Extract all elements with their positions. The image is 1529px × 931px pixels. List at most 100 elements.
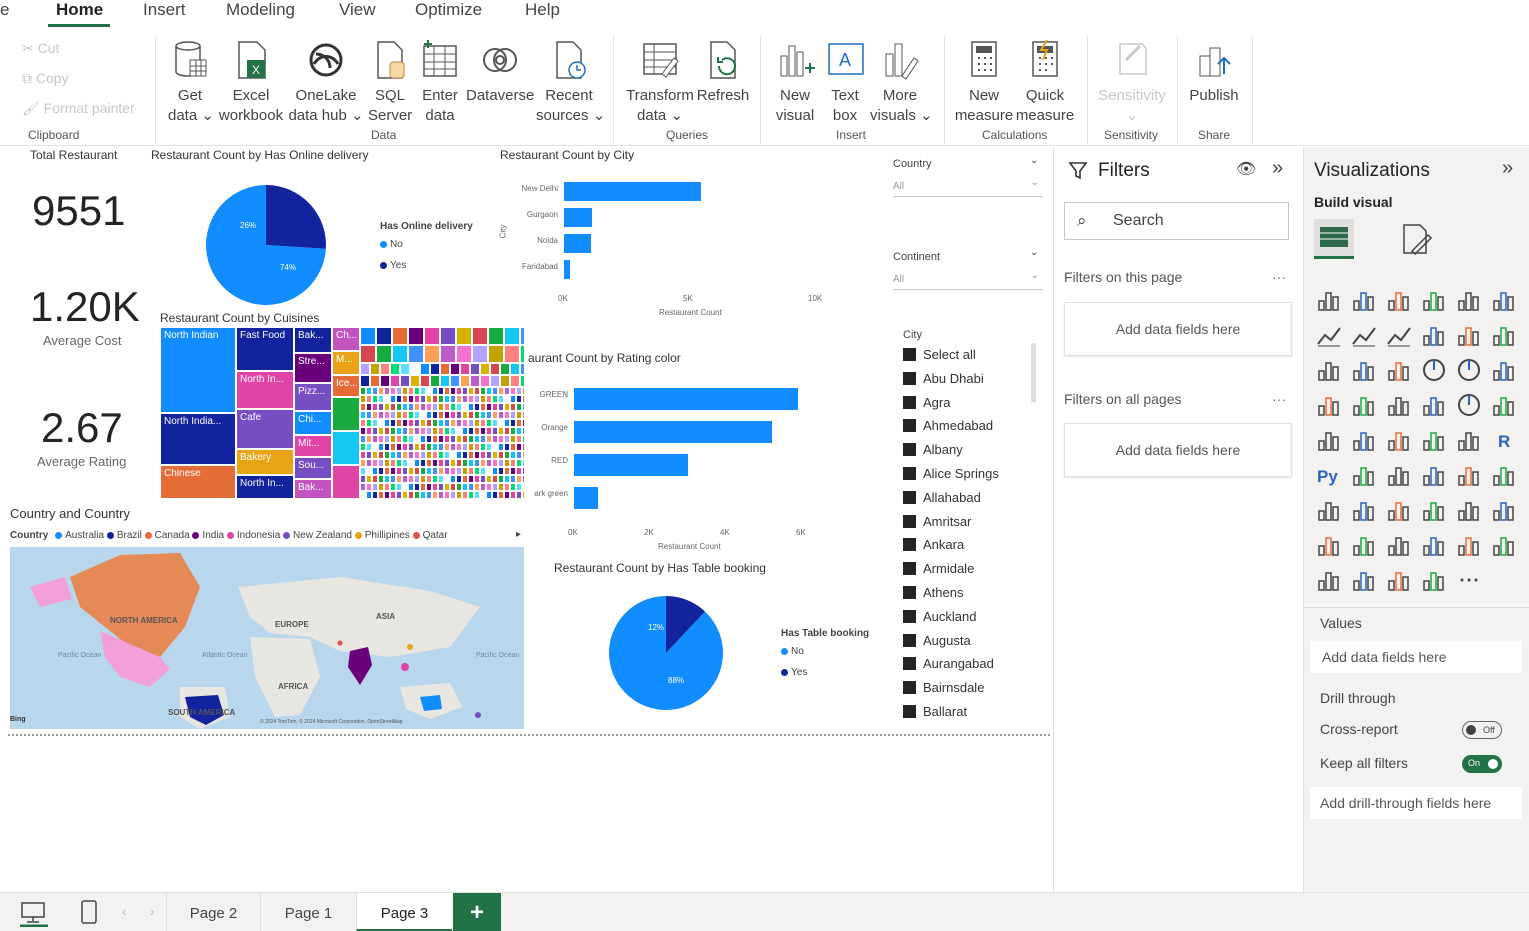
org-icon[interactable]: [1421, 532, 1447, 558]
sunburst-icon[interactable]: [1421, 567, 1447, 593]
bar-orange[interactable]: [574, 421, 772, 443]
treemap-tile[interactable]: North Indian: [160, 327, 236, 413]
treemap-tile[interactable]: [440, 345, 456, 363]
city-slicer-scrollbar[interactable]: [1031, 343, 1036, 403]
more-visuals-button[interactable]: More visuals ⌄: [870, 40, 933, 126]
chiclet-icon[interactable]: [1316, 532, 1342, 558]
treemap-tile[interactable]: [392, 327, 408, 345]
100-bar-icon[interactable]: [1456, 287, 1482, 313]
treemap-tile[interactable]: Chi...: [294, 411, 332, 435]
menu-modeling[interactable]: Modeling: [226, 0, 295, 20]
treemap-tile[interactable]: [360, 363, 370, 375]
menu-file-partial[interactable]: e: [0, 0, 9, 20]
treemap-tile[interactable]: [370, 363, 380, 375]
treemap-tile[interactable]: Mit...: [294, 435, 332, 457]
treemap-tile[interactable]: North In...: [236, 371, 294, 409]
city-slicer-item[interactable]: Aurangabad: [903, 656, 994, 671]
city-slicer-item[interactable]: Ahmedabad: [903, 418, 993, 433]
treemap-tile[interactable]: [408, 345, 424, 363]
treemap-tile[interactable]: [504, 345, 520, 363]
treemap-tile[interactable]: [380, 375, 390, 387]
keep-all-filters-toggle[interactable]: On: [1462, 755, 1502, 773]
waterfall-icon[interactable]: [1316, 357, 1342, 383]
average-rating-value[interactable]: 2.67: [41, 404, 123, 452]
treemap-tile[interactable]: [456, 327, 472, 345]
scatter-icon[interactable]: [1386, 357, 1412, 383]
bubble-icon[interactable]: [1491, 497, 1517, 523]
treemap-tile[interactable]: [332, 465, 360, 499]
treemap-tile[interactable]: Stre...: [294, 353, 332, 383]
treemap-tile[interactable]: [450, 363, 460, 375]
stacked-column-icon[interactable]: [1351, 287, 1377, 313]
filters-all-pages-dropzone[interactable]: Add data fields here: [1064, 423, 1292, 477]
100-column-icon[interactable]: [1491, 287, 1517, 313]
continent-slicer-dropdown[interactable]: All ⌄: [893, 270, 1043, 290]
treemap-icon[interactable]: [1491, 357, 1517, 383]
map-philippines[interactable]: [407, 644, 413, 650]
format-painter-button[interactable]: 🖌 Format painter: [22, 100, 135, 117]
country-map[interactable]: NORTH AMERICA EUROPE ASIA AFRICA SOUTH A…: [10, 547, 524, 729]
online-pie-chart[interactable]: 26% 74%: [200, 183, 332, 309]
transform-data-button[interactable]: Transform data ⌄: [626, 40, 694, 126]
map-indonesia[interactable]: [401, 663, 409, 671]
online-legend-no[interactable]: No: [380, 239, 403, 250]
values-dropzone[interactable]: Add data fields here: [1310, 641, 1522, 673]
table-legend-yes[interactable]: Yes: [781, 667, 807, 678]
globe-icon[interactable]: [1316, 567, 1342, 593]
funnel-icon[interactable]: [1351, 357, 1377, 383]
pie-icon[interactable]: [1421, 357, 1447, 383]
treemap-tile[interactable]: [500, 375, 510, 387]
quick-measure-button[interactable]: Quick measure: [1014, 40, 1076, 126]
treemap-tile[interactable]: [456, 345, 472, 363]
map-legend-item[interactable]: Qatar: [412, 530, 448, 541]
line-clustered-icon[interactable]: [1456, 322, 1482, 348]
recent-sources-button[interactable]: Recent sources ⌄: [536, 40, 605, 126]
treemap-tile[interactable]: [472, 345, 488, 363]
treemap-tile[interactable]: [440, 363, 450, 375]
city-slicer-item[interactable]: Auckland: [903, 609, 976, 624]
bar-ark-green[interactable]: [574, 487, 598, 509]
city-slicer-item[interactable]: Select all: [903, 347, 976, 362]
slicer-icon[interactable]: [1386, 427, 1412, 453]
treemap-tile[interactable]: M...: [332, 351, 360, 375]
treemap-tile[interactable]: [460, 363, 470, 375]
shape-map-icon[interactable]: [1386, 392, 1412, 418]
radar-icon[interactable]: [1491, 532, 1517, 558]
gantt-icon[interactable]: [1351, 567, 1377, 593]
add-page-button[interactable]: +: [453, 893, 501, 931]
treemap-tile[interactable]: [408, 327, 424, 345]
treemap-tile[interactable]: [392, 345, 408, 363]
map-new-zealand[interactable]: [475, 712, 481, 718]
sensitivity-button[interactable]: Sensitivity ⌄: [1096, 40, 1168, 126]
build-visual-tab[interactable]: [1314, 219, 1354, 259]
clustered-bar-icon[interactable]: [1386, 287, 1412, 313]
treemap-tile[interactable]: Pizz...: [294, 383, 332, 411]
bar-faridabad[interactable]: [564, 260, 571, 279]
arcgis-icon[interactable]: [1421, 497, 1447, 523]
treemap-tile[interactable]: [390, 375, 400, 387]
map-legend-item[interactable]: Australia: [55, 530, 104, 541]
ribbon-icon[interactable]: [1491, 322, 1517, 348]
map-legend-item[interactable]: Brazil: [106, 530, 142, 541]
treemap-tile[interactable]: [440, 327, 456, 345]
treemap-tile[interactable]: Cafe: [236, 409, 294, 449]
cut-button[interactable]: ✂ Cut: [22, 40, 59, 57]
pie-slice-yes[interactable]: [266, 185, 326, 249]
enter-data-button[interactable]: Enter data: [418, 40, 462, 126]
treemap-tile[interactable]: [470, 375, 480, 387]
treemap-tile[interactable]: [410, 375, 420, 387]
treemap-tile[interactable]: Bakery: [236, 449, 294, 475]
treemap-tile[interactable]: [400, 363, 410, 375]
map-legend-item[interactable]: Phillipines: [354, 530, 410, 541]
treemap-tile[interactable]: [490, 363, 500, 375]
treemap-tile[interactable]: North In...: [236, 475, 294, 499]
map-legend-next-arrow[interactable]: ▸: [516, 529, 521, 540]
r-visual-icon[interactable]: R: [1491, 427, 1517, 453]
treemap-tile[interactable]: [400, 375, 410, 387]
treemap-tile[interactable]: [420, 363, 430, 375]
treemap-tile[interactable]: [424, 327, 440, 345]
treemap-tile[interactable]: [376, 327, 392, 345]
treemap-tile[interactable]: [488, 345, 504, 363]
decomposition-tree-icon[interactable]: [1386, 462, 1412, 488]
treemap-tile[interactable]: [332, 397, 360, 431]
